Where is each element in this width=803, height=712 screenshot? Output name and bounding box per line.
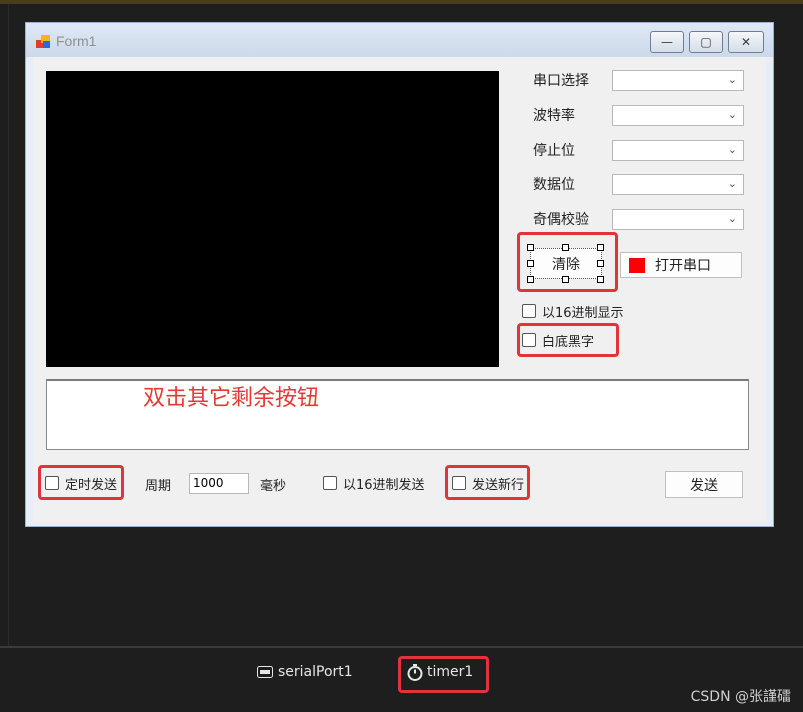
port-select-combo[interactable]: ⌄ (612, 70, 744, 91)
send-button-label: 发送 (690, 477, 718, 494)
port-status-indicator (629, 257, 645, 273)
chevron-down-icon: ⌄ (727, 108, 737, 121)
chevron-down-icon: ⌄ (727, 212, 737, 225)
parity-label: 奇偶校验 (533, 212, 589, 228)
chevron-down-icon: ⌄ (727, 177, 737, 190)
stop-bits-label: 停止位 (533, 143, 575, 159)
open-port-label: 打开串口 (655, 258, 711, 274)
unit-label: 毫秒 (260, 479, 287, 494)
hex-send-label: 以16进制发送 (343, 478, 425, 493)
white-bg-black-text-checkbox[interactable] (522, 333, 536, 347)
maximize-button[interactable]: ▢ (689, 31, 723, 53)
resize-handle[interactable] (527, 244, 534, 251)
resize-handle[interactable] (527, 260, 534, 267)
timed-send-checkbox[interactable] (45, 476, 59, 490)
hex-send-checkbox[interactable] (323, 476, 337, 490)
stop-bits-combo[interactable]: ⌄ (612, 140, 744, 161)
window-title: Form1 (56, 33, 97, 49)
form-client-area: 串口选择 ⌄ 波特率 ⌄ 停止位 ⌄ 数据位 ⌄ 奇偶校验 ⌄ 清除 打开串口 … (33, 57, 766, 521)
send-newline-label: 发送新行 (472, 478, 525, 493)
serial-port-component[interactable]: serialPort1 (278, 664, 353, 680)
maximize-icon: ▢ (700, 35, 712, 49)
white-bg-black-text-label: 白底黑字 (542, 335, 595, 350)
resize-handle[interactable] (527, 276, 534, 283)
data-bits-combo[interactable]: ⌄ (612, 174, 744, 195)
serial-port-icon (257, 666, 273, 678)
send-newline-checkbox[interactable] (452, 476, 466, 490)
chevron-down-icon: ⌄ (727, 73, 737, 86)
data-bits-label: 数据位 (533, 177, 575, 193)
period-label: 周期 (145, 479, 172, 494)
watermark: CSDN @张謹礌 (690, 689, 791, 705)
receive-display-panel[interactable] (46, 71, 499, 367)
resize-handle[interactable] (597, 244, 604, 251)
resize-handle[interactable] (562, 276, 569, 283)
app-icon (36, 35, 50, 48)
timer-component[interactable]: timer1 (427, 664, 473, 680)
chevron-down-icon: ⌄ (727, 143, 737, 156)
clear-button-label: 清除 (552, 256, 580, 273)
close-icon: ✕ (740, 35, 752, 49)
hex-display-checkbox[interactable] (522, 304, 536, 318)
timed-send-label: 定时发送 (65, 478, 118, 493)
timer-icon (407, 664, 423, 681)
port-select-label: 串口选择 (533, 73, 589, 89)
resize-handle[interactable] (597, 260, 604, 267)
close-button[interactable]: ✕ (728, 31, 764, 53)
baud-rate-combo[interactable]: ⌄ (612, 105, 744, 126)
period-input[interactable]: 1000 (189, 473, 249, 494)
send-button[interactable]: 发送 (665, 471, 743, 498)
resize-handle[interactable] (597, 276, 604, 283)
clear-button[interactable]: 清除 (530, 248, 602, 279)
resize-handle[interactable] (562, 244, 569, 251)
minimize-button[interactable]: — (650, 31, 684, 53)
parity-combo[interactable]: ⌄ (612, 209, 744, 230)
title-bar[interactable]: Form1 — ▢ ✕ (26, 23, 773, 57)
open-port-button[interactable]: 打开串口 (620, 252, 742, 278)
minimize-icon: — (661, 35, 673, 49)
annotation-text: 双击其它剩余按钮 (143, 386, 320, 411)
form-window: Form1 — ▢ ✕ 串口选择 ⌄ 波特率 ⌄ 停止位 ⌄ 数据位 ⌄ 奇偶校… (25, 22, 774, 527)
hex-display-label: 以16进制显示 (542, 306, 624, 321)
baud-rate-label: 波特率 (533, 108, 575, 124)
